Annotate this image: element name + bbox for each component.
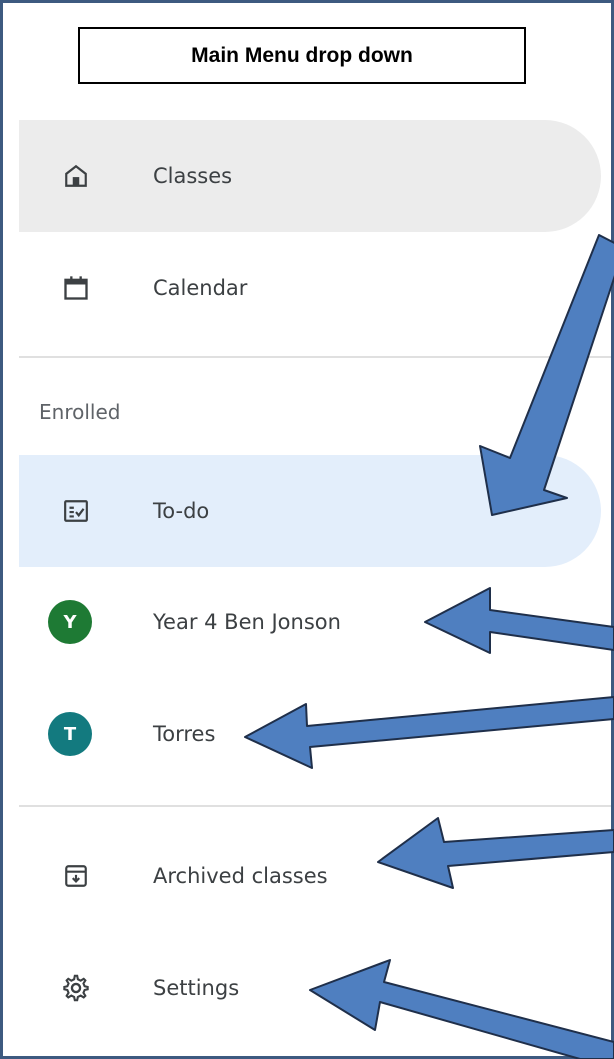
annotation-arrows (244, 234, 614, 1059)
arrow-archived (377, 817, 614, 889)
arrow-settings (309, 959, 614, 1059)
arrow-torres (244, 696, 614, 769)
arrow-todo (479, 234, 614, 516)
arrow-year4 (424, 587, 614, 654)
